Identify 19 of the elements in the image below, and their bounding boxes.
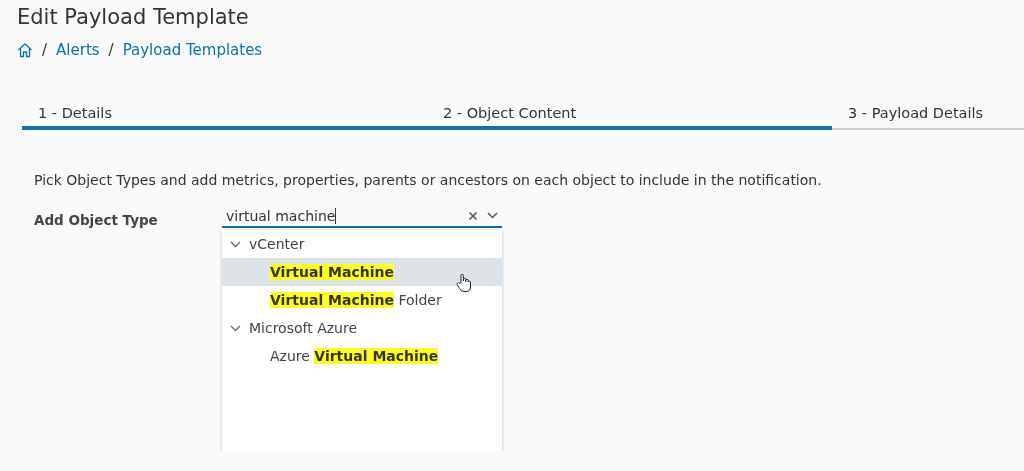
clear-icon[interactable] — [468, 210, 478, 221]
search-field[interactable]: virtual machine — [222, 205, 502, 228]
chevron-down-icon[interactable] — [487, 212, 498, 219]
step-tab[interactable]: 2 - Object Content — [427, 103, 832, 130]
field-label: Add Object Type — [34, 211, 159, 230]
step-tab[interactable]: 3 - Payload Details — [832, 103, 1024, 130]
instruction-text: Pick Object Types and add metrics, properties, parents or ancestors on each object to include in the notification. — [34, 172, 823, 188]
breadcrumb-separator: / — [108, 41, 114, 59]
home-icon[interactable] — [17, 42, 33, 58]
step-tab[interactable]: 1 - Details — [22, 103, 427, 130]
breadcrumb-link[interactable]: Payload Templates — [122, 41, 263, 59]
page-title: Edit Payload Template — [17, 4, 250, 30]
breadcrumb-separator: / — [42, 41, 48, 59]
group-header[interactable]: vCenter — [222, 230, 502, 258]
dropdown-option[interactable]: Azure Virtual Machine — [222, 342, 502, 370]
hand-cursor-icon — [456, 273, 472, 293]
group-header[interactable]: Microsoft Azure — [222, 314, 502, 342]
dropdown-option[interactable]: Virtual Machine Folder — [222, 286, 502, 314]
breadcrumb-link[interactable]: Alerts — [56, 41, 100, 59]
